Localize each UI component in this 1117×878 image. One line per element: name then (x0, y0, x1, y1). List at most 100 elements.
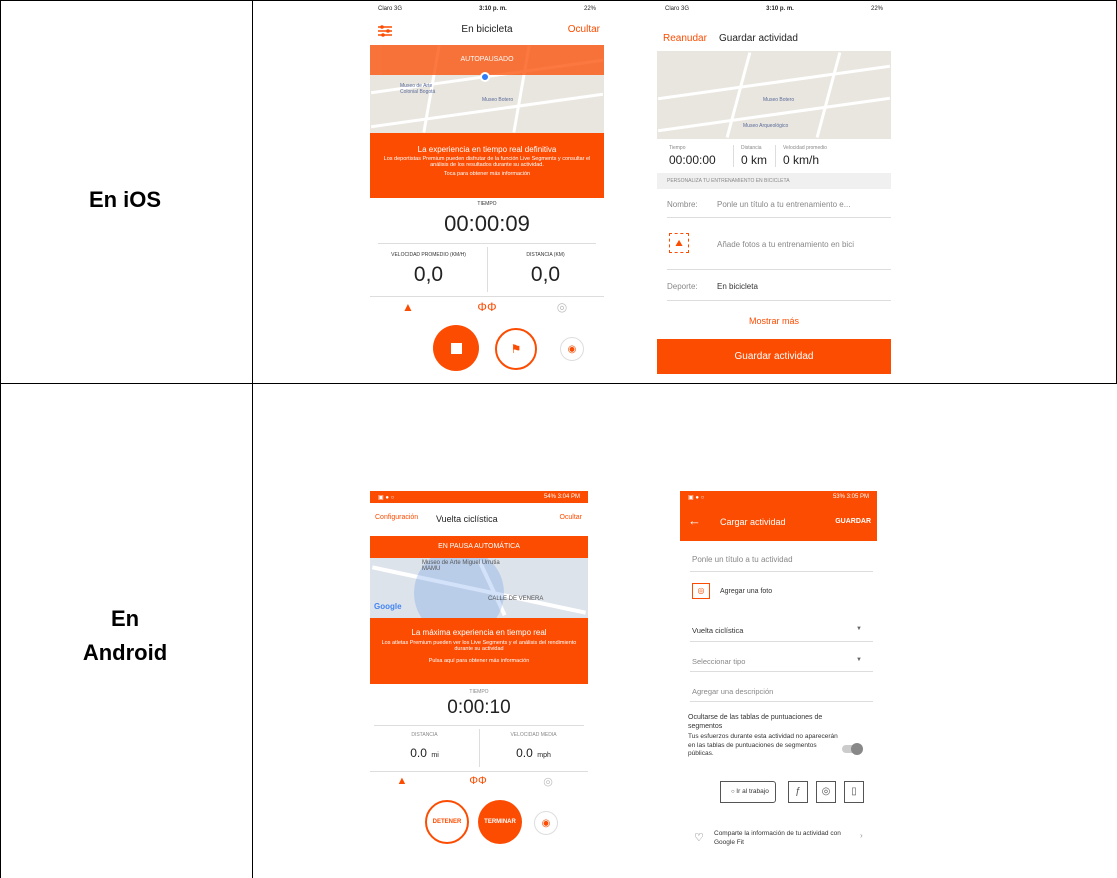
location-button[interactable]: ◉ (534, 811, 558, 835)
app-bar-title: Cargar actividad (720, 517, 786, 527)
speed-number: 0.0 (516, 746, 533, 760)
divider (374, 725, 584, 726)
map-view[interactable]: Museo de Arte Colonial Bogotá Museo Bote… (370, 45, 604, 133)
ios-record-screen: Claro 3G 3:10 p. m. 22% En bicicleta Ocu… (370, 3, 604, 374)
divider (775, 145, 776, 167)
hide-button[interactable]: Ocultar (559, 514, 582, 521)
route-icon[interactable]: ▲ (398, 300, 418, 314)
save-button[interactable]: GUARDAR (835, 518, 871, 525)
promo-cta: Toca para obtener más información (443, 171, 531, 177)
stat-speed-value: 0 km/h (783, 153, 820, 167)
select-type-dropdown[interactable]: Seleccionar tipo (692, 657, 745, 666)
promo-body: Los deportistas Premium pueden disfrutar… (383, 156, 591, 168)
finish-flag-button[interactable]: ⚑ (495, 328, 537, 370)
configuration-button[interactable]: Configuración (375, 514, 418, 521)
divider (690, 671, 873, 672)
name-label: Nombre: (667, 200, 698, 209)
divider (690, 571, 873, 572)
location-button[interactable]: ◉ (560, 337, 584, 361)
add-photos-text[interactable]: Añade fotos a tu entrenamiento en bici (717, 240, 889, 249)
map-view[interactable]: Museo Botero Museo Arqueológico (657, 51, 891, 139)
time-value: 00:00:09 (444, 211, 530, 236)
sport-label: Deporte: (667, 282, 698, 291)
sport-value[interactable]: En bicicleta (717, 282, 758, 291)
resume-button[interactable]: Reanudar (663, 33, 707, 44)
add-photo-icon[interactable]: ◎ (692, 583, 710, 599)
time-label: TIEMPO (477, 201, 497, 207)
hide-leaderboards-toggle[interactable] (842, 743, 863, 755)
stop-button[interactable]: DETENER (425, 800, 469, 844)
stat-distance-value: 0 km (741, 153, 768, 167)
nav-title: En bicicleta (461, 24, 513, 35)
speed-unit: mph (537, 752, 551, 759)
app-bar: ← Cargar actividad GUARDAR (680, 503, 877, 541)
speed-label: VELOCIDAD PROMEDIO (KM/H) (391, 252, 466, 258)
status-icons: ▣ ● ○ (378, 494, 395, 501)
divider (690, 641, 873, 642)
stop-icon (450, 342, 462, 354)
back-arrow-icon[interactable]: ← (688, 513, 701, 528)
add-photo-icon[interactable]: ⛰ (669, 233, 689, 253)
map-label: Museo Arqueológico (743, 123, 789, 129)
add-photo-label[interactable]: Agregar una foto (720, 588, 772, 595)
distance-label: DISTANCIA (411, 732, 438, 738)
status-bar: Claro 3G 3:10 p. m. 22% (370, 3, 604, 15)
trash-icon[interactable]: ▯ (844, 781, 864, 803)
hide-leaderboards-body: Tus esfuerzos durante esta actividad no … (688, 733, 838, 757)
promo-cta: Pulsa aquí para obtener más información (428, 658, 530, 664)
nav-title: Guardar actividad (719, 33, 798, 44)
divider (667, 217, 891, 218)
promo-title: La máxima experiencia en tiempo real (411, 628, 547, 637)
show-more-link[interactable]: Mostrar más (657, 316, 891, 326)
map-label: Museo Botero (482, 97, 514, 103)
dropdown-arrow-icon[interactable]: ▼ (856, 626, 862, 632)
activity-type-select[interactable]: Vuelta ciclística (692, 626, 743, 635)
row-label-android: En Android (60, 602, 190, 670)
autopause-banner: AUTOPAUSADO (370, 45, 604, 75)
speed-value: 0,0 (413, 263, 444, 286)
status-carrier: Claro 3G (378, 6, 403, 12)
bike-icon[interactable]: ΦΦ (475, 300, 499, 314)
finish-button[interactable]: TERMINAR (478, 800, 522, 844)
google-fit-text[interactable]: Comparte la información de tu actividad … (714, 830, 854, 847)
beacon-icon[interactable]: ◎ (538, 775, 558, 788)
map-view[interactable]: Museo de Arte Miguel Urrutia MAMU CALLE … (370, 558, 588, 618)
status-carrier: Claro 3G (665, 6, 690, 12)
table-border-top (0, 0, 1117, 1)
speed-label: VELOCIDAD MEDIA (510, 732, 557, 738)
stat-distance-label: Distancia (741, 145, 762, 151)
divider (370, 296, 604, 297)
divider (370, 771, 588, 772)
promo-body: Los atletas Premium pueden ver los Live … (381, 640, 577, 652)
bike-icon[interactable]: ΦΦ (466, 775, 490, 787)
status-time: 3:10 p. m. (479, 6, 507, 12)
section-header: PERSONALIZA TU ENTRENAMIENTO EN BICICLET… (657, 173, 891, 189)
stop-button[interactable] (433, 325, 479, 371)
name-input[interactable]: Ponle un título a tu entrenamiento e... (717, 200, 887, 209)
status-battery: 22% (583, 6, 596, 12)
frame-icon[interactable]: ƒ (788, 781, 808, 803)
location-pin-icon: ◉ (541, 817, 551, 829)
row-label-ios: En iOS (88, 187, 162, 212)
premium-promo[interactable]: La máxima experiencia en tiempo real Los… (370, 618, 588, 684)
route-icon[interactable]: ▲ (392, 775, 412, 787)
map-label: Museo de Arte Miguel Urrutia MAMU (422, 560, 500, 572)
description-input[interactable]: Agregar una descripción (692, 687, 773, 696)
status-battery: 22% (870, 6, 883, 12)
premium-promo[interactable]: La experiencia en tiempo real definitiva… (370, 133, 604, 198)
save-activity-button[interactable]: Guardar actividad (657, 339, 891, 374)
location-dot-icon (480, 72, 490, 82)
status-bar: Claro 3G 3:10 p. m. 22% (657, 3, 891, 15)
commute-tag[interactable]: ○ Ir al trabajo (720, 781, 776, 803)
lock-icon[interactable]: ◎ (816, 781, 836, 803)
sliders-icon[interactable] (378, 24, 392, 37)
dropdown-arrow-icon[interactable]: ▼ (856, 657, 862, 663)
beacon-icon[interactable]: ◎ (552, 300, 572, 314)
title-input[interactable]: Ponle un título a tu actividad (692, 555, 793, 564)
stat-time-label: Tiempo (669, 145, 686, 151)
status-icons: ▣ ● ○ (688, 494, 705, 501)
chevron-right-icon[interactable]: › (860, 831, 863, 840)
hide-button[interactable]: Ocultar (568, 24, 600, 35)
map-road (657, 64, 891, 101)
table-border-left (0, 0, 1, 878)
